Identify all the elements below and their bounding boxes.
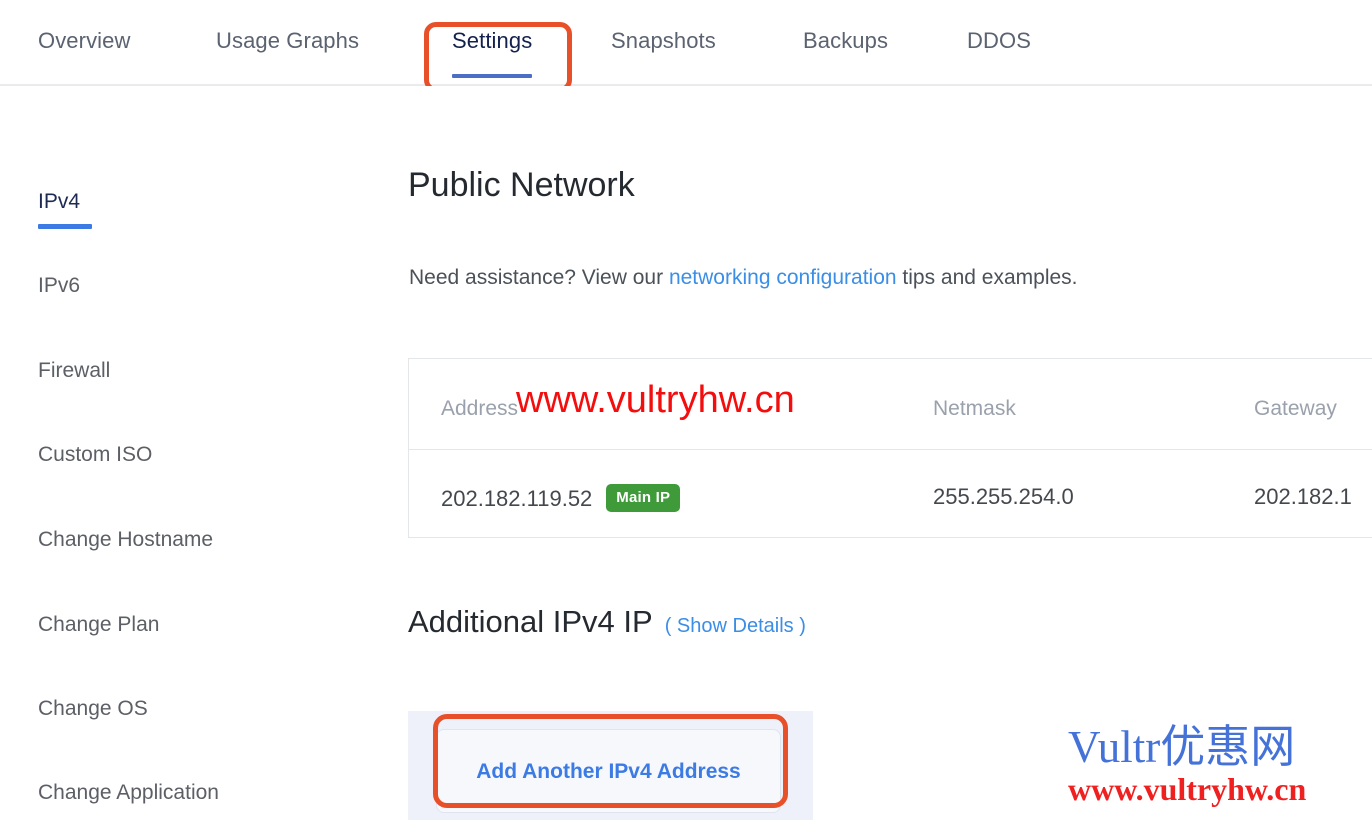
tab-settings-label: Settings [452,28,533,53]
tab-snapshots-label: Snapshots [611,28,716,53]
public-network-table: Address Netmask Gateway 202.182.119.52 Ma… [408,358,1372,538]
table-header-row: Address Netmask Gateway [409,359,1372,450]
address-value: 202.182.119.52 [441,486,593,511]
tab-overview-label: Overview [38,28,131,53]
page-title: Public Network [408,166,635,204]
sidebar-item-ipv4[interactable]: IPv4 [38,190,80,214]
column-header-address: Address [441,397,519,420]
add-ipv4-panel: Add Another IPv4 Address [408,711,813,820]
assistance-prefix: Need assistance? View our [409,266,669,289]
tab-overview[interactable]: Overview [38,28,131,54]
additional-ipv4-heading: Additional IPv4 IP ( Show Details ) [408,604,806,640]
column-header-gateway: Gateway [1254,397,1337,420]
status-badge-main-ip: Main IP [606,484,681,512]
settings-sidebar: IPv4 IPv6 Firewall Custom ISO Change Hos… [0,86,408,820]
sidebar-item-change-plan[interactable]: Change Plan [38,613,159,637]
sidebar-item-change-os[interactable]: Change OS [38,697,148,721]
assistance-text: Need assistance? View our networking con… [409,266,1078,290]
primary-tab-bar: Overview Usage Graphs Settings Snapshots… [0,0,1372,86]
cell-address: 202.182.119.52 Main IP [441,484,681,512]
add-another-ipv4-address-label: Add Another IPv4 Address [476,760,741,783]
tab-usage-graphs-label: Usage Graphs [216,28,360,53]
table-row: 202.182.119.52 Main IP 255.255.254.0 202.… [409,449,1372,537]
additional-ipv4-heading-label: Additional IPv4 IP [408,604,653,639]
tab-ddos[interactable]: DDOS [967,28,1031,54]
sidebar-active-underline [38,224,92,229]
networking-configuration-link[interactable]: networking configuration [669,266,897,289]
tab-usage-graphs[interactable]: Usage Graphs [216,28,359,54]
sidebar-item-ipv4-label: IPv4 [38,190,81,213]
add-another-ipv4-address-button[interactable]: Add Another IPv4 Address [436,729,781,813]
sidebar-item-change-plan-label: Change Plan [38,613,160,636]
tab-settings[interactable]: Settings [452,28,533,78]
cell-gateway: 202.182.1 [1254,484,1352,509]
tab-backups-label: Backups [803,28,889,53]
sidebar-item-custom-iso[interactable]: Custom ISO [38,443,152,467]
sidebar-item-custom-iso-label: Custom ISO [38,443,153,466]
sidebar-item-change-application-label: Change Application [38,781,219,804]
tab-snapshots[interactable]: Snapshots [611,28,716,54]
main-content: Public Network Need assistance? View our… [408,86,1372,820]
tab-backups[interactable]: Backups [803,28,888,54]
sidebar-item-ipv6-label: IPv6 [38,274,81,297]
tab-active-underline [452,74,533,78]
sidebar-item-firewall[interactable]: Firewall [38,359,110,383]
cell-netmask: 255.255.254.0 [933,484,1074,509]
sidebar-item-change-hostname-label: Change Hostname [38,528,214,551]
sidebar-item-change-application[interactable]: Change Application [38,781,219,805]
column-header-netmask: Netmask [933,397,1016,420]
show-details-link[interactable]: ( Show Details ) [665,615,806,637]
sidebar-item-ipv6[interactable]: IPv6 [38,274,80,298]
sidebar-item-firewall-label: Firewall [38,359,111,382]
tab-ddos-label: DDOS [967,28,1031,53]
sidebar-item-change-hostname[interactable]: Change Hostname [38,528,213,552]
assistance-suffix: tips and examples. [896,266,1078,289]
sidebar-item-change-os-label: Change OS [38,697,148,720]
